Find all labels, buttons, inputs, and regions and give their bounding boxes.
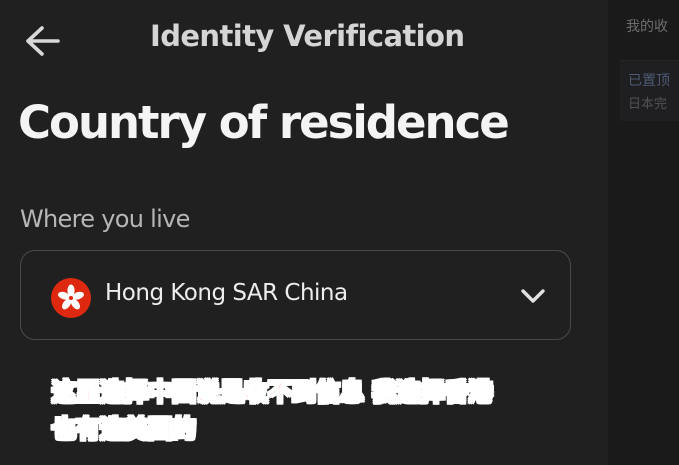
back-button[interactable]	[22, 24, 62, 58]
arrow-left-icon	[26, 26, 60, 56]
header-title: Identity Verification	[150, 19, 465, 53]
side-panel: 我的收 已置顶 日本完	[608, 0, 679, 465]
selected-country: Hong Kong SAR China	[105, 280, 348, 306]
hong-kong-flag-icon	[51, 278, 91, 318]
residence-field-label: Where you live	[20, 205, 190, 233]
side-panel-line-1: 已置顶	[628, 73, 670, 89]
chevron-down-icon	[521, 289, 545, 303]
annotation-line-2: 也有选美国的	[51, 415, 196, 444]
side-panel-line-2: 日本完	[628, 97, 668, 112]
country-select[interactable]: Hong Kong SAR China	[20, 250, 571, 340]
annotation-line-1: 这里选择中国说是收不到信息 我选择香港	[51, 378, 493, 407]
page-title: Country of residence	[18, 96, 510, 149]
verification-screen: Identity Verification Country of residen…	[0, 0, 608, 465]
side-panel-title: 我的收	[626, 19, 668, 35]
annotation-caption: 这里选择中国说是收不到信息 我选择香港 也有选美国的	[51, 374, 493, 448]
